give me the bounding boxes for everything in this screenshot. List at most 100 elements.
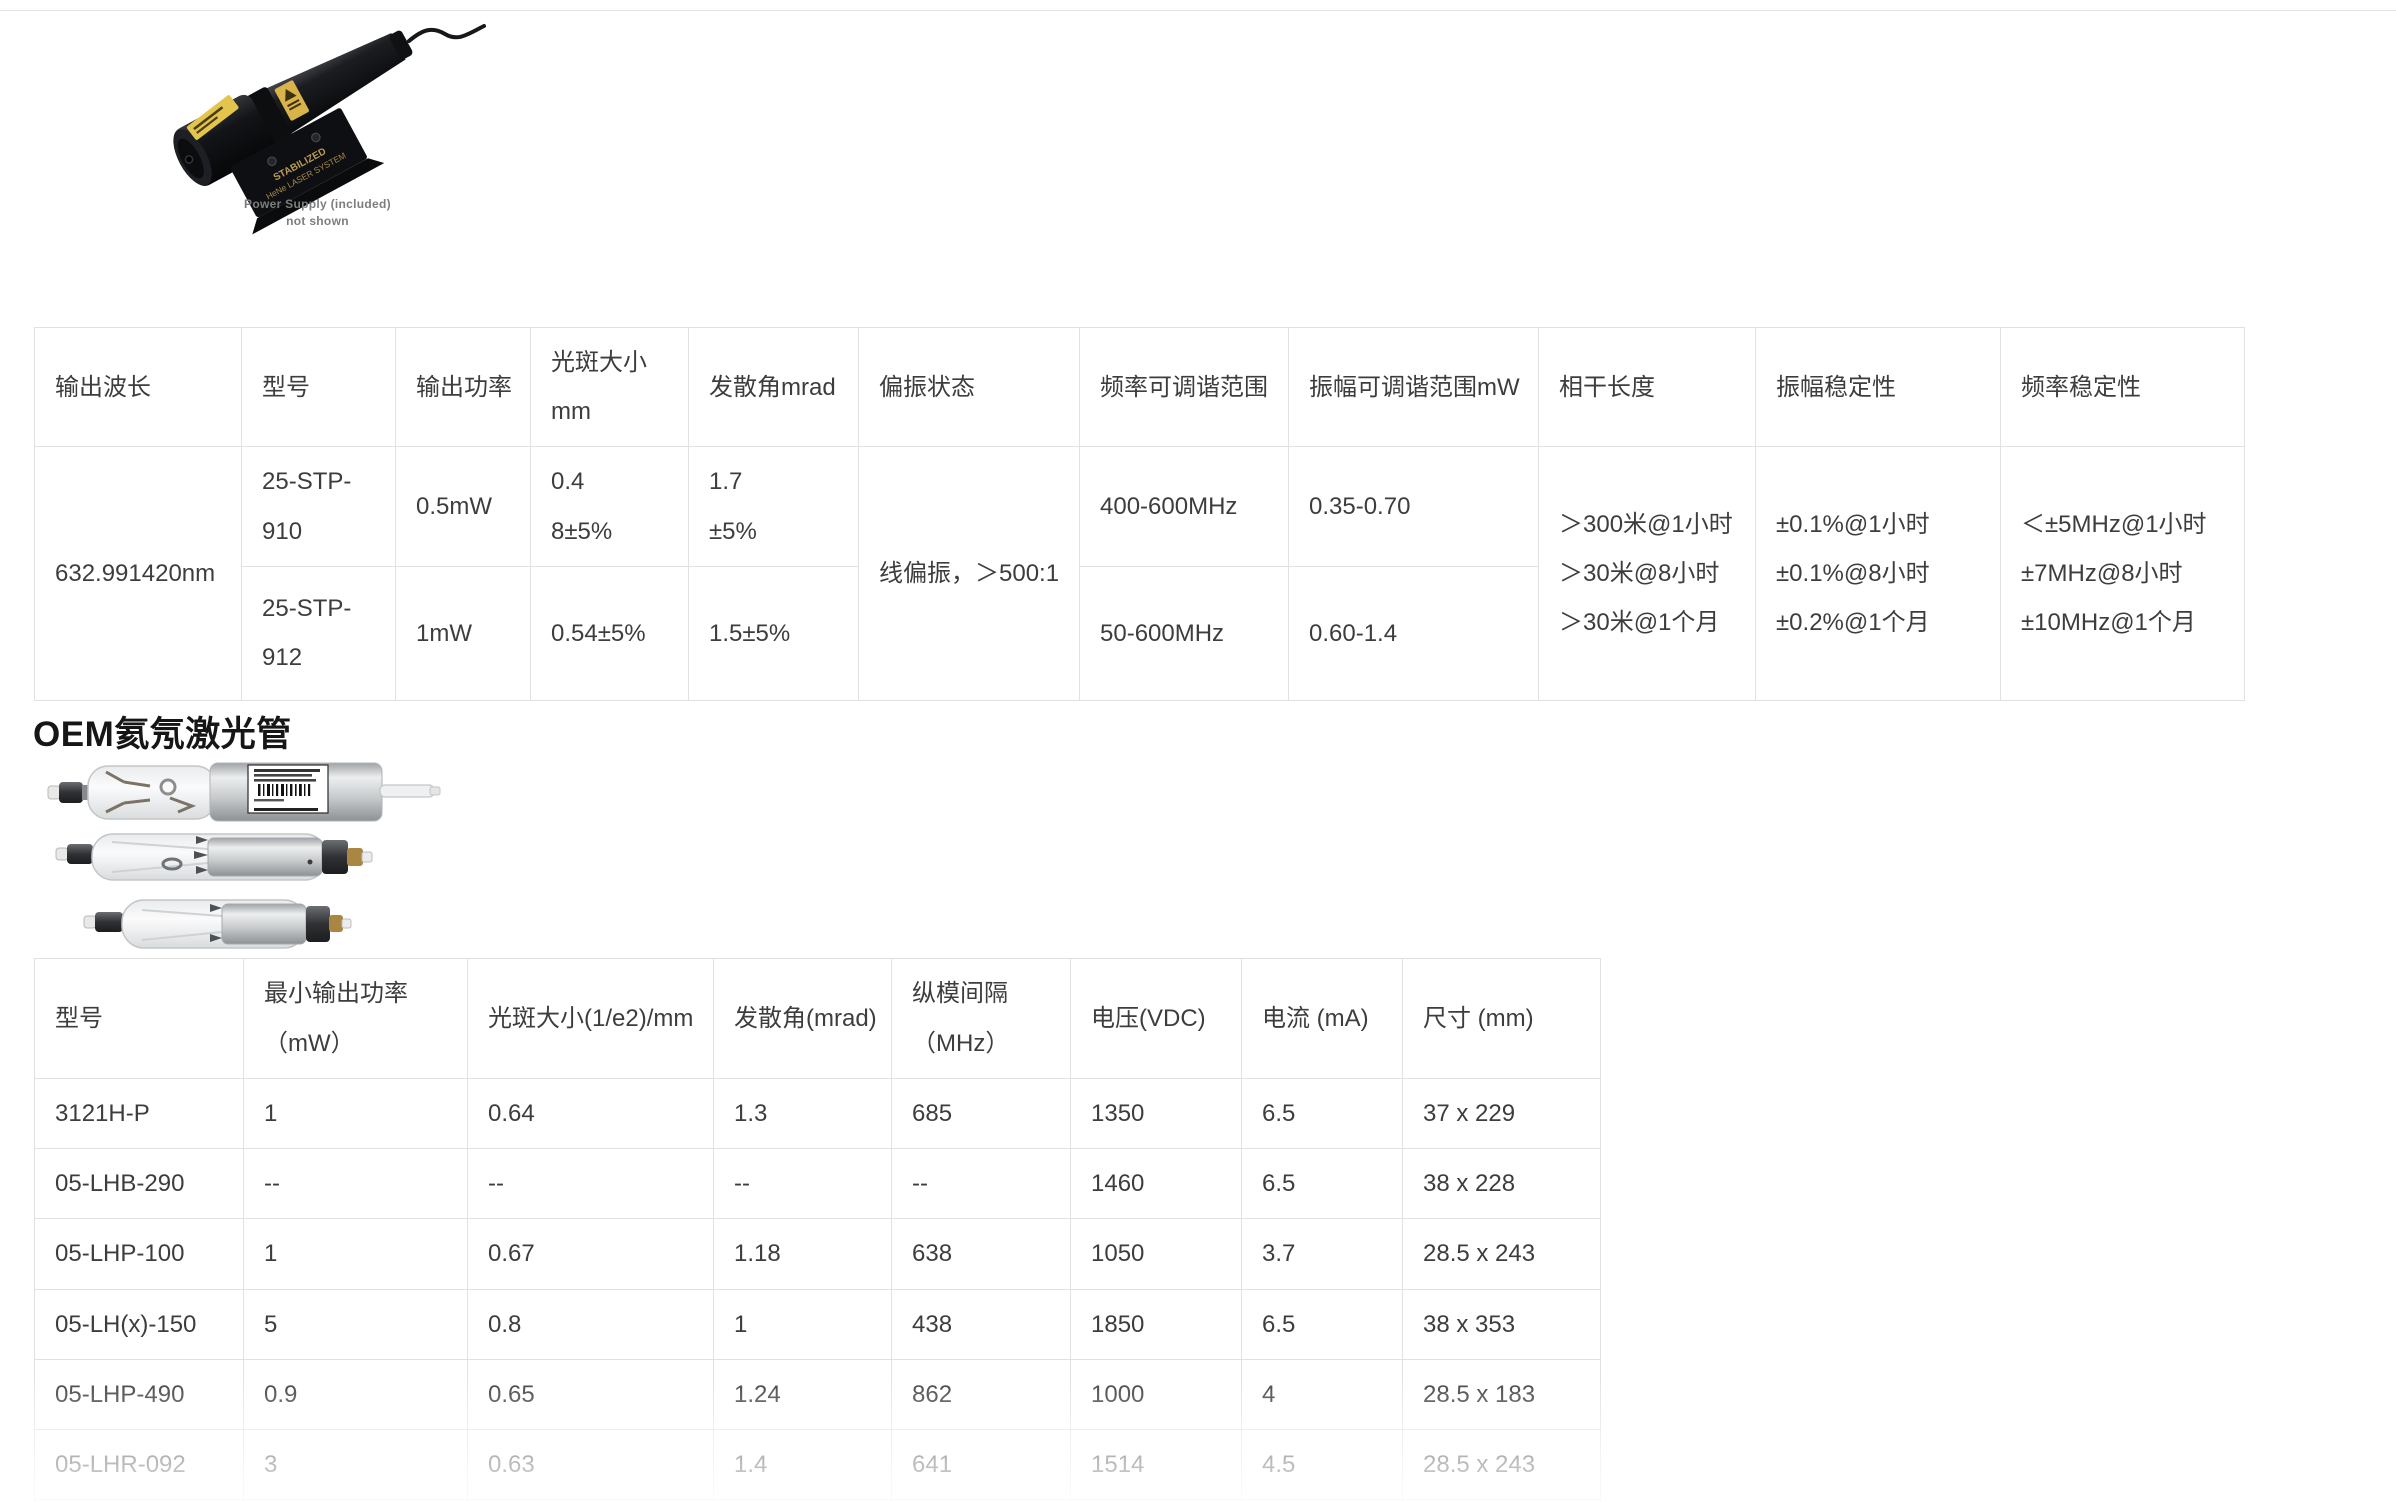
cell: 1.24 [714, 1359, 892, 1429]
cell: 0.9 [244, 1359, 468, 1429]
cell: 28.5 x 183 [1403, 1359, 1601, 1429]
cell: 641 [892, 1429, 1071, 1499]
table-row: 05-LHP-4900.90.651.248621000428.5 x 183 [35, 1359, 1601, 1429]
table-row: 3121H-P10.641.368513506.537 x 229 [35, 1079, 1601, 1149]
column-header: 频率可调谐范围 [1080, 328, 1289, 447]
cell: 1850 [1071, 1289, 1242, 1359]
cell: 5 [244, 1289, 468, 1359]
column-header: 偏振状态 [859, 328, 1080, 447]
cell: 0.63 [468, 1429, 714, 1499]
model-cell: 3121H-P [35, 1079, 244, 1149]
column-header: 电流 (mA) [1242, 959, 1403, 1079]
laser-tube-3 [84, 900, 351, 948]
cell: 37 x 229 [1403, 1079, 1601, 1149]
amplitude-range-cell: 0.35-0.70 [1289, 447, 1539, 566]
divergence-cell: 1.7 ±5% [689, 447, 859, 566]
table-row: 05-LHB-290--------14606.538 x 228 [35, 1149, 1601, 1219]
cell: -- [714, 1149, 892, 1219]
cell: 6.5 [1242, 1149, 1403, 1219]
frequency-range-cell: 50-600MHz [1080, 566, 1289, 700]
cell: 862 [892, 1359, 1071, 1429]
frequency-stability-cell: ＜±5MHz@1小时 ±7MHz@8小时 ±10MHz@1个月 [2001, 447, 2245, 700]
cell: 38 x 228 [1403, 1149, 1601, 1219]
cell: 1.18 [714, 1219, 892, 1289]
cell: 1.4 [714, 1429, 892, 1499]
cell: 0.67 [468, 1219, 714, 1289]
cell: 1350 [1071, 1079, 1242, 1149]
column-header: 型号 [242, 328, 396, 447]
cell: 3.7 [1242, 1219, 1403, 1289]
output-power-cell: 1mW [396, 566, 531, 700]
stabilized-laser-photo: STABILIZED HeNe LASER SYSTEM Power Suppl… [60, 0, 490, 235]
column-header: 相干长度 [1539, 328, 1756, 447]
column-header: 振幅稳定性 [1756, 328, 2001, 447]
table-row: 632.991420nm25-STP- 9100.5mW0.4 8±5%1.7 … [35, 447, 2245, 566]
model-cell: 05-LHP-100 [35, 1219, 244, 1289]
column-header: 输出波长 [35, 328, 242, 447]
column-header: 尺寸 (mm) [1403, 959, 1601, 1079]
model-cell: 05-LHR-092 [35, 1429, 244, 1499]
cell: -- [468, 1149, 714, 1219]
table-header-row: 输出波长型号输出功率光斑大小 mm发散角mrad偏振状态频率可调谐范围振幅可调谐… [35, 328, 2245, 447]
cell: 1.3 [714, 1079, 892, 1149]
cell: 28.5 x 243 [1403, 1219, 1601, 1289]
spot-size-cell: 0.54±5% [531, 566, 689, 700]
cell: 6.5 [1242, 1289, 1403, 1359]
cell: -- [892, 1149, 1071, 1219]
cell: 4 [1242, 1359, 1403, 1429]
table-header-row: 型号最小输出功率 （mW）光斑大小(1/e2)/mm发散角(mrad)纵模间隔 … [35, 959, 1601, 1079]
column-header: 发散角mrad [689, 328, 859, 447]
model-cell: 25-STP- 910 [242, 447, 396, 566]
cell: 1 [714, 1289, 892, 1359]
cell: 1460 [1071, 1149, 1242, 1219]
divergence-cell: 1.5±5% [689, 566, 859, 700]
cell: 1 [244, 1079, 468, 1149]
frequency-range-cell: 400-600MHz [1080, 447, 1289, 566]
cell: 0.65 [468, 1359, 714, 1429]
column-header: 电压(VDC) [1071, 959, 1242, 1079]
column-header: 光斑大小 mm [531, 328, 689, 447]
column-header: 纵模间隔 （MHz） [892, 959, 1071, 1079]
cell: 685 [892, 1079, 1071, 1149]
column-header: 最小输出功率 （mW） [244, 959, 468, 1079]
column-header: 型号 [35, 959, 244, 1079]
column-header: 输出功率 [396, 328, 531, 447]
laser-tube-1 [48, 763, 440, 821]
table-row: 05-LHR-09230.631.464115144.528.5 x 243 [35, 1429, 1601, 1499]
amplitude-range-cell: 0.60-1.4 [1289, 566, 1539, 700]
amplitude-stability-cell: ±0.1%@1小时 ±0.1%@8小时 ±0.2%@1个月 [1756, 447, 2001, 700]
cell: 38 x 353 [1403, 1289, 1601, 1359]
column-header: 振幅可调谐范围mW [1289, 328, 1539, 447]
cell: -- [244, 1149, 468, 1219]
stabilized-spec-table: 输出波长型号输出功率光斑大小 mm发散角mrad偏振状态频率可调谐范围振幅可调谐… [34, 327, 2245, 701]
column-header: 频率稳定性 [2001, 328, 2245, 447]
power-cord [409, 26, 484, 41]
laser-tubes-illustration [20, 750, 460, 958]
polarization-cell: 线偏振，＞500:1 [859, 447, 1080, 700]
output-power-cell: 0.5mW [396, 447, 531, 566]
cell: 4.5 [1242, 1429, 1403, 1499]
oem-laser-tubes-photo [20, 750, 460, 958]
cell: 1 [244, 1219, 468, 1289]
laser-photo-caption: Power Supply (included) not shown [210, 196, 425, 231]
table-row: 05-LH(x)-15050.8143818506.538 x 353 [35, 1289, 1601, 1359]
spot-size-cell: 0.4 8±5% [531, 447, 689, 566]
model-cell: 05-LH(x)-150 [35, 1289, 244, 1359]
column-header: 发散角(mrad) [714, 959, 892, 1079]
cell: 1000 [1071, 1359, 1242, 1429]
coherence-length-cell: ＞300米@1小时 ＞30米@8小时 ＞30米@1个月 [1539, 447, 1756, 700]
model-cell: 25-STP- 912 [242, 566, 396, 700]
model-cell: 05-LHB-290 [35, 1149, 244, 1219]
cell: 1050 [1071, 1219, 1242, 1289]
table-row: 05-LHP-10010.671.1863810503.728.5 x 243 [35, 1219, 1601, 1289]
cell: 28.5 x 243 [1403, 1429, 1601, 1499]
product-spec-page: STABILIZED HeNe LASER SYSTEM Power Suppl… [0, 0, 2396, 1502]
model-cell: 05-LHP-490 [35, 1359, 244, 1429]
cell: 638 [892, 1219, 1071, 1289]
cell: 0.8 [468, 1289, 714, 1359]
cell: 6.5 [1242, 1079, 1403, 1149]
wavelength-cell: 632.991420nm [35, 447, 242, 700]
column-header: 光斑大小(1/e2)/mm [468, 959, 714, 1079]
cell: 1514 [1071, 1429, 1242, 1499]
cell: 0.64 [468, 1079, 714, 1149]
